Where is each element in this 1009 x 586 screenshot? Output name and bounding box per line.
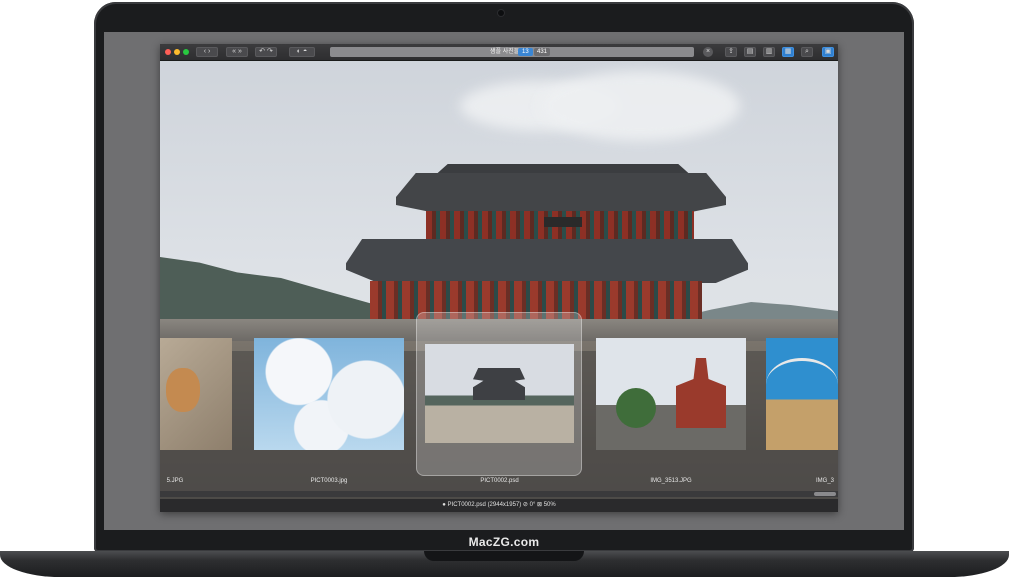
palace-sign <box>544 217 582 227</box>
document-icon: ▤ <box>746 48 754 55</box>
filmstrip-scrollbar[interactable] <box>160 491 838 497</box>
thumbnail-caption: 5.JPG <box>166 478 184 484</box>
laptop-hinge-notch <box>424 551 584 561</box>
rotate-icon: ↶ ↷ <box>259 48 273 55</box>
search-icon: ⌕ <box>805 48 809 55</box>
laptop-screen: ‹ › « » ↶ ↷ ◐ ◓ 샘플 사진들 13 431 × ⇪ ▤ ▥ ▦ … <box>104 32 904 530</box>
bridge-arch <box>766 358 838 411</box>
watermark: MacZG.com <box>468 535 540 549</box>
palace-upper-roof <box>396 173 726 213</box>
status-bar: ● PICT0002.psd (2944x1957) ⊘ 0° ⊠ 50% <box>160 499 838 512</box>
clear-button[interactable]: × <box>703 47 713 57</box>
blossom-pattern <box>254 338 404 450</box>
cloud <box>540 71 740 141</box>
sidebar-toggle-button[interactable]: ▣ <box>822 47 834 57</box>
minimize-window-button[interactable] <box>174 49 180 55</box>
share-icon: ⇪ <box>728 48 734 55</box>
chevron-left-right-icon: ‹ › <box>203 48 211 55</box>
page-prev-next-button[interactable]: « » <box>226 47 248 57</box>
book-icon: ▥ <box>765 48 773 55</box>
current-index-badge: 13 <box>518 48 533 56</box>
thumbnail-cherry-blossom[interactable] <box>254 338 404 450</box>
thumbnail-caption: IMG_3513.JPG <box>650 478 692 484</box>
laptop-base <box>0 551 1009 577</box>
thumbnail-st-basils[interactable] <box>596 338 746 450</box>
laptop-lid: ‹ › « » ↶ ↷ ◐ ◓ 샘플 사진들 13 431 × ⇪ ▤ ▥ ▦ … <box>94 2 914 552</box>
palace-miniature <box>473 368 525 400</box>
filmstrip-icon: ▦ <box>784 48 792 55</box>
info-button[interactable]: ▤ <box>744 47 756 57</box>
toolbar: ‹ › « » ↶ ↷ ◐ ◓ 샘플 사진들 13 431 × ⇪ ▤ ▥ ▦ … <box>160 44 838 61</box>
search-button[interactable]: ⌕ <box>801 47 813 57</box>
scrollbar-thumb[interactable] <box>814 492 836 496</box>
nav-back-forward-button[interactable]: ‹ › <box>196 47 218 57</box>
share-button[interactable]: ⇪ <box>725 47 737 57</box>
palace-lower-roof <box>346 239 748 283</box>
zoom-window-button[interactable] <box>183 49 189 55</box>
double-chevron-icon: « » <box>232 48 242 55</box>
thumbnail-caption: PICT0003.jpg <box>310 478 348 484</box>
tree-miniature <box>616 388 656 428</box>
sidebar-icon: ▣ <box>824 48 832 55</box>
app-window: ‹ › « » ↶ ↷ ◐ ◓ 샘플 사진들 13 431 × ⇪ ▤ ▥ ▦ … <box>160 44 838 512</box>
camera-icon <box>498 10 504 16</box>
rotate-button[interactable]: ↶ ↷ <box>255 47 277 57</box>
adjust-button[interactable]: ◐ ◓ <box>289 47 315 57</box>
book-view-button[interactable]: ▥ <box>763 47 775 57</box>
folder-title: 샘플 사진들 <box>490 49 520 55</box>
cathedral-miniature <box>676 358 726 428</box>
close-icon: × <box>705 48 711 55</box>
filmstrip-toggle-button[interactable]: ▦ <box>782 47 794 57</box>
thumbnail-caption: IMG_3 <box>815 478 834 484</box>
thumbnail-bridge[interactable] <box>766 338 838 450</box>
thumbnail-dog[interactable] <box>160 338 232 450</box>
thumbnail-palace[interactable] <box>425 344 574 443</box>
title-field: 샘플 사진들 13 431 <box>330 47 694 57</box>
dog-figure <box>166 368 200 412</box>
thumbnail-caption: PICT0002.psd <box>480 478 519 484</box>
contrast-icon: ◐ ◓ <box>296 48 308 55</box>
close-window-button[interactable] <box>165 49 171 55</box>
total-count-badge: 431 <box>534 48 551 56</box>
